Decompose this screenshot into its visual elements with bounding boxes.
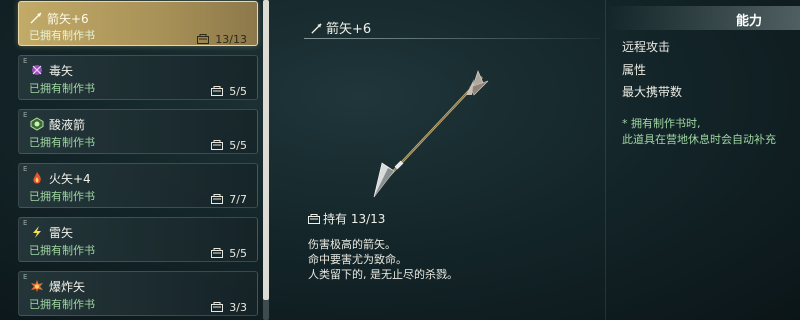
item-recipe-status: 已拥有制作书 bbox=[29, 244, 95, 257]
thunder-icon bbox=[30, 224, 44, 238]
equipped-mark: E bbox=[23, 273, 28, 281]
arrow-icon bbox=[29, 10, 43, 24]
item-name: 箭矢+6 bbox=[47, 12, 89, 26]
item-count: 5/5 bbox=[211, 247, 247, 261]
ability-note: * 拥有制作书时, 此道具在营地休息时会自动补充 bbox=[622, 116, 776, 148]
equipped-mark: E bbox=[23, 165, 28, 173]
item-count: 3/3 bbox=[211, 301, 247, 315]
item-name: 雷矢 bbox=[49, 226, 74, 240]
ability-row-attribute: 属性 bbox=[622, 63, 647, 77]
recipe-book-icon bbox=[197, 34, 210, 47]
item-count: 5/5 bbox=[211, 85, 247, 99]
item-recipe-status: 已拥有制作书 bbox=[29, 298, 95, 311]
item-recipe-status: 已拥有制作书 bbox=[29, 29, 95, 42]
equipped-mark: E bbox=[23, 57, 28, 65]
list-item-fire-arrow[interactable]: E 火矢+4 已拥有制作书 7/7 bbox=[18, 163, 258, 208]
list-item-arrow[interactable]: 箭矢+6 已拥有制作书 13/13 bbox=[18, 1, 258, 46]
description-line: 命中要害尤为致命。 bbox=[308, 253, 407, 266]
title-divider bbox=[304, 38, 600, 39]
ability-row-max-carry: 最大携带数 bbox=[622, 85, 683, 99]
owned-count: 持有 13/13 bbox=[308, 210, 385, 227]
poison-icon bbox=[30, 62, 44, 76]
item-name: 毒矢 bbox=[49, 64, 74, 78]
recipe-book-icon bbox=[211, 140, 224, 153]
arrow-illustration bbox=[373, 70, 489, 198]
ability-header-bar bbox=[606, 6, 800, 30]
ability-row-ranged-attack: 远程攻击 bbox=[622, 40, 671, 54]
fire-icon bbox=[30, 170, 44, 184]
recipe-book-icon bbox=[211, 194, 224, 207]
acid-icon bbox=[30, 116, 44, 131]
scrollbar-thumb[interactable] bbox=[263, 0, 269, 300]
item-detail-panel: 箭矢+6 持有 13/13 伤害极高的箭矢。 命中要害尤为致命。 人类留下的, … bbox=[290, 0, 600, 320]
item-recipe-status: 已拥有制作书 bbox=[29, 190, 95, 203]
note-line: * 拥有制作书时, bbox=[622, 117, 701, 130]
list-scrollbar[interactable] bbox=[263, 0, 269, 320]
arrow-icon bbox=[310, 20, 323, 39]
item-name: 火矢+4 bbox=[49, 172, 91, 186]
list-item-poison-arrow[interactable]: E 毒矢 已拥有制作书 5/5 bbox=[18, 55, 258, 100]
note-line: 此道具在营地休息时会自动补充 bbox=[622, 133, 776, 146]
explosion-icon bbox=[30, 278, 44, 292]
recipe-book-icon bbox=[211, 248, 224, 261]
item-count: 13/13 bbox=[197, 33, 247, 47]
recipe-book-icon bbox=[211, 302, 224, 315]
list-item-acid-arrow[interactable]: E 酸液箭 已拥有制作书 5/5 bbox=[18, 109, 258, 154]
detail-title: 箭矢+6 bbox=[326, 22, 372, 37]
item-recipe-status: 已拥有制作书 bbox=[29, 82, 95, 95]
list-item-explosive-arrow[interactable]: E 爆炸矢 已拥有制作书 3/3 bbox=[18, 271, 258, 316]
ability-title: 能力 bbox=[735, 14, 762, 29]
equipped-mark: E bbox=[23, 111, 28, 119]
list-item-thunder-arrow[interactable]: E 雷矢 已拥有制作书 5/5 bbox=[18, 217, 258, 262]
item-name: 爆炸矢 bbox=[49, 280, 86, 294]
item-name: 酸液箭 bbox=[49, 118, 86, 132]
description-line: 伤害极高的箭矢。 bbox=[308, 238, 396, 251]
equipped-mark: E bbox=[23, 219, 28, 227]
item-recipe-status: 已拥有制作书 bbox=[29, 136, 95, 149]
recipe-book-icon bbox=[211, 86, 224, 99]
ability-panel: 能力 远程攻击 属性 最大携带数 * 拥有制作书时, 此道具在营地休息时会自动补… bbox=[606, 0, 800, 320]
item-count: 5/5 bbox=[211, 139, 247, 153]
item-count: 7/7 bbox=[211, 193, 247, 207]
description-line: 人类留下的, 是无止尽的杀戮。 bbox=[308, 268, 458, 281]
recipe-book-icon bbox=[308, 213, 320, 227]
item-description: 伤害极高的箭矢。 命中要害尤为致命。 人类留下的, 是无止尽的杀戮。 bbox=[308, 237, 458, 282]
item-list: 箭矢+6 已拥有制作书 13/13 E 毒矢 已拥有制作书 5/5 E 酸液箭 … bbox=[18, 0, 260, 320]
